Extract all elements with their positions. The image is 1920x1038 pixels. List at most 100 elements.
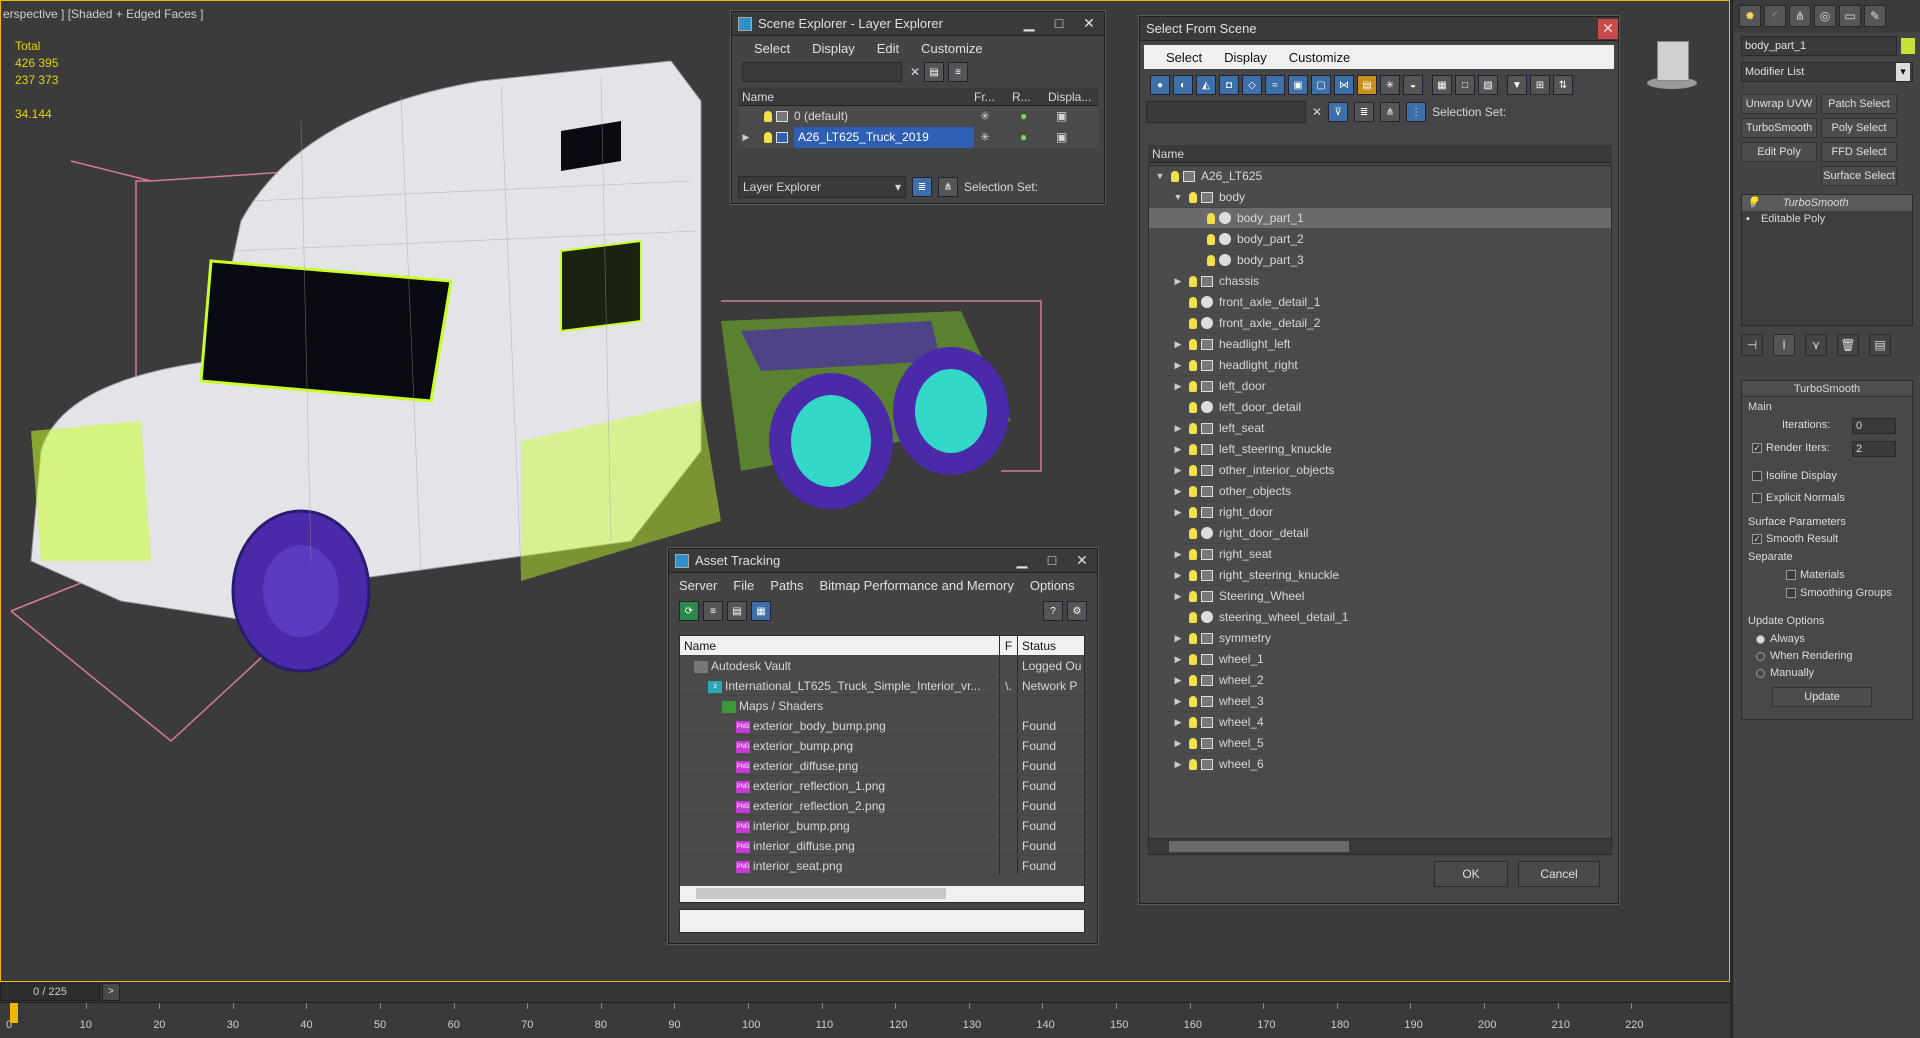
utilities-tab-icon[interactable]: ✎ [1864, 5, 1886, 27]
expand-arrow-icon[interactable]: ▶ [1173, 712, 1183, 733]
time-cursor[interactable] [10, 1003, 18, 1023]
expand-arrow-icon[interactable]: ▶ [1173, 649, 1183, 670]
display-invert-icon[interactable]: ▧ [1478, 75, 1498, 95]
bulb-icon[interactable] [764, 132, 772, 143]
tree-row[interactable]: body_part_2 [1149, 229, 1611, 250]
display-groups-icon[interactable]: ▣ [1288, 75, 1308, 95]
expand-arrow-icon[interactable]: ▶ [1173, 691, 1183, 712]
ffd-select-button[interactable]: FFD Select [1821, 142, 1897, 162]
tree-row[interactable]: ▶ headlight_right [1149, 355, 1611, 376]
layer-row[interactable]: 0 (default) ✳ ● ▣ [738, 106, 1098, 127]
col-display[interactable]: Displa... [1048, 88, 1091, 105]
expand-arrow-icon[interactable]: ▶ [1173, 733, 1183, 754]
hierarchy-icon[interactable]: ⋔ [938, 177, 958, 197]
expand-arrow-icon[interactable]: ▶ [1173, 586, 1183, 607]
tree-row[interactable]: ▶ other_objects [1149, 481, 1611, 502]
asset-tracking-window[interactable]: Asset Tracking ▁ □ ✕ Server File Paths B… [668, 548, 1098, 944]
hierarchy-icon[interactable]: ⋔ [1380, 102, 1401, 122]
bulb-icon[interactable] [1189, 401, 1197, 413]
freeze-icon[interactable]: ✳ [980, 127, 1020, 148]
rollout-title[interactable]: TurboSmooth [1742, 381, 1912, 397]
asset-row[interactable]: PNG interior_seat.png Found [680, 856, 1084, 876]
expand-arrow-icon[interactable]: ▶ [1173, 418, 1183, 439]
tree-row[interactable]: body_part_1 [1149, 208, 1611, 229]
expand-arrow-icon[interactable]: ▶ [1173, 355, 1183, 376]
menu-select[interactable]: Select [1166, 50, 1202, 65]
tree-row[interactable]: ▼ body [1149, 187, 1611, 208]
asset-row[interactable]: PNG interior_bump.png Found [680, 816, 1084, 836]
display-helpers-icon[interactable]: ◇ [1242, 75, 1262, 95]
stack-item-turbosmooth[interactable]: 💡 TurboSmooth [1742, 195, 1912, 211]
expand-arrow-icon[interactable]: ▶ [1173, 754, 1183, 775]
surface-select-button[interactable]: Surface Select [1821, 166, 1897, 186]
smooth-result-checkbox[interactable]: ✓ Smooth Result [1752, 533, 1838, 545]
menu-select[interactable]: Select [754, 41, 790, 56]
always-radio[interactable]: Always [1756, 633, 1805, 645]
ok-button[interactable]: OK [1434, 861, 1508, 887]
asset-hscrollbar[interactable] [680, 886, 1084, 902]
modifier-list-dropdown[interactable]: Modifier List ▾ [1741, 62, 1913, 82]
bulb-icon[interactable] [1189, 422, 1197, 434]
track-bar[interactable]: 0 10 20 30 40 50 60 70 80 90 100 110 120 130 140 150 160… [0, 1002, 1730, 1038]
bulb-icon[interactable] [1189, 632, 1197, 644]
bulb-icon[interactable] [1189, 737, 1197, 749]
col-freeze[interactable]: Fr... [974, 88, 1012, 105]
sfs-search-input[interactable] [1146, 101, 1306, 123]
scroll-thumb[interactable] [696, 888, 946, 899]
collapse-arrow-icon[interactable]: ▼ [1155, 166, 1165, 187]
menu-bitmap[interactable]: Bitmap Performance and Memory [820, 578, 1014, 593]
tree-row[interactable]: ▶ wheel_1 [1149, 649, 1611, 670]
menu-customize[interactable]: Customize [1289, 50, 1350, 65]
expand-arrow-icon[interactable]: ▶ [1173, 481, 1183, 502]
clear-search-icon[interactable]: ✕ [1312, 105, 1322, 119]
tree-row[interactable]: ▶ left_seat [1149, 418, 1611, 439]
tree-row[interactable]: ▶ wheel_2 [1149, 670, 1611, 691]
bulb-icon[interactable] [1189, 485, 1197, 497]
bulb-icon[interactable] [1171, 170, 1179, 182]
asset-path-field[interactable] [679, 909, 1085, 933]
render-icon[interactable]: ● [1020, 127, 1056, 148]
make-unique-icon[interactable]: ⋎ [1805, 334, 1827, 356]
minimize-button[interactable]: ▁ [1007, 551, 1037, 571]
expand-arrow-icon[interactable]: ▶ [1173, 460, 1183, 481]
unwrap-uvw-button[interactable]: Unwrap UVW [1741, 94, 1817, 114]
minimize-button[interactable]: ▁ [1014, 14, 1044, 34]
bulb-icon[interactable] [1189, 296, 1197, 308]
display-tab-icon[interactable]: ▭ [1839, 5, 1861, 27]
asset-row[interactable]: PNG exterior_diffuse.png Found [680, 756, 1084, 776]
collapse-arrow-icon[interactable]: ▼ [1173, 187, 1183, 208]
col-f[interactable]: F [1000, 636, 1018, 655]
display-frozen-icon[interactable]: ✳ [1380, 75, 1400, 95]
layers-icon[interactable]: ≣ [1354, 102, 1375, 122]
tree-row[interactable]: left_door_detail [1149, 397, 1611, 418]
bulb-icon[interactable] [1207, 233, 1215, 245]
menu-customize[interactable]: Customize [921, 41, 982, 56]
expand-arrow-icon[interactable]: ▶ [738, 127, 754, 148]
bulb-icon[interactable] [1189, 275, 1197, 287]
col-name[interactable]: Name [680, 636, 1000, 655]
bulb-icon[interactable] [1189, 548, 1197, 560]
options-icon[interactable]: ≡ [948, 62, 969, 82]
smoothing-groups-checkbox[interactable]: Smoothing Groups [1786, 587, 1892, 599]
expand-arrow-icon[interactable]: ▶ [1173, 376, 1183, 397]
modifier-stack[interactable]: 💡 TurboSmooth ▪ Editable Poly [1741, 194, 1913, 326]
tree-row[interactable]: ▶ left_door [1149, 376, 1611, 397]
time-slider[interactable]: 0 / 225 [0, 983, 100, 1001]
tree-row[interactable]: front_axle_detail_2 [1149, 313, 1611, 334]
patch-select-button[interactable]: Patch Select [1821, 94, 1897, 114]
asset-row[interactable]: PNG exterior_reflection_1.png Found [680, 776, 1084, 796]
expand-arrow-icon[interactable]: ▶ [1173, 565, 1183, 586]
tree-row[interactable]: ▶ Steering_Wheel [1149, 586, 1611, 607]
menu-file[interactable]: File [733, 578, 754, 593]
bulb-icon[interactable] [1189, 590, 1197, 602]
menu-display[interactable]: Display [1224, 50, 1267, 65]
create-tab-icon[interactable]: ✹ [1739, 5, 1761, 27]
sort-icon[interactable]: ⇅ [1553, 75, 1573, 95]
bulb-icon[interactable] [1189, 443, 1197, 455]
close-button[interactable]: ✕ [1074, 14, 1104, 34]
settings-icon[interactable]: ⚙ [1067, 601, 1087, 621]
bulb-icon[interactable] [1189, 653, 1197, 665]
viewcube[interactable] [1641, 41, 1703, 93]
bulb-icon[interactable] [1189, 611, 1197, 623]
tree-row[interactable]: body_part_3 [1149, 250, 1611, 271]
